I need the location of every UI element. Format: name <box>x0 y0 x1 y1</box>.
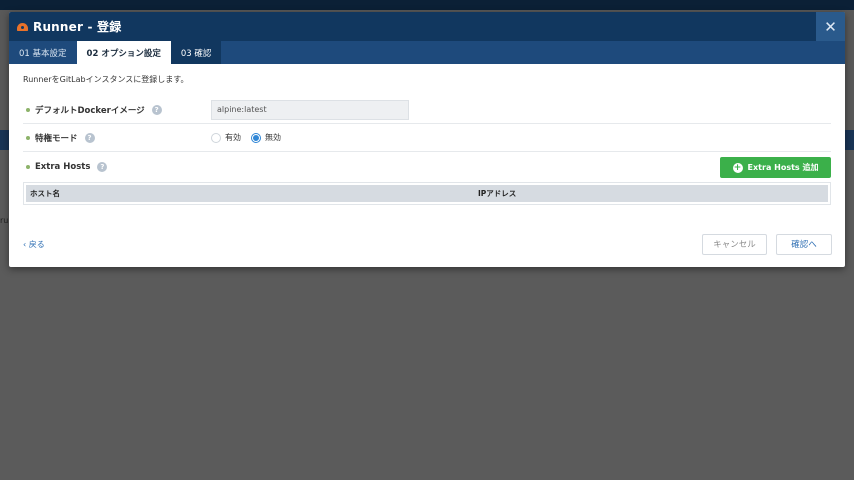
plus-icon: + <box>732 162 743 173</box>
confirm-button[interactable]: 確認へ <box>776 233 832 255</box>
help-icon[interactable]: ? <box>151 104 162 115</box>
background-partial-text: ru <box>0 216 9 225</box>
intro-text: RunnerをGitLabインスタンスに登録します。 <box>23 75 189 84</box>
modal-body: RunnerをGitLabインスタンスに登録します。 デフォルトDockerイメ… <box>9 64 845 205</box>
background-top-bar <box>0 0 854 10</box>
step-tabs: 01 基本設定 02 オプション設定 03 確認 <box>9 41 845 64</box>
docker-image-input[interactable] <box>211 99 409 120</box>
docker-image-label: デフォルトDockerイメージ <box>35 105 145 116</box>
radio-enabled-label: 有効 <box>225 133 241 142</box>
runner-icon <box>17 22 28 31</box>
modal-footer: ‹ 戻る キャンセル 確認へ <box>23 233 832 255</box>
runner-register-modal: Runner - 登録 ✕ 01 基本設定 02 オプション設定 03 確認 R… <box>9 12 845 267</box>
tab-basic-settings[interactable]: 01 基本設定 <box>9 41 77 64</box>
close-button[interactable]: ✕ <box>816 12 845 41</box>
add-extra-hosts-label: Extra Hosts 追加 <box>747 163 819 172</box>
radio-checked-icon <box>251 132 261 143</box>
modal-title: Runner - 登録 <box>33 20 122 34</box>
bullet-icon <box>26 165 30 169</box>
extra-hosts-row: Extra Hosts ? + Extra Hosts 追加 <box>23 152 831 182</box>
help-icon[interactable]: ? <box>84 132 95 143</box>
radio-disabled[interactable]: 無効 <box>251 132 281 143</box>
close-icon: ✕ <box>824 17 837 36</box>
docker-image-row: デフォルトDockerイメージ ? <box>23 96 831 124</box>
radio-circle-icon <box>211 132 221 143</box>
cancel-button[interactable]: キャンセル <box>702 233 767 255</box>
radio-enabled[interactable]: 有効 <box>211 132 241 143</box>
tab-option-settings[interactable]: 02 オプション設定 <box>76 41 171 64</box>
column-header-ip: IPアドレス <box>478 189 517 198</box>
table-header: ホスト名 IPアドレス <box>26 185 828 202</box>
extra-hosts-label: Extra Hosts <box>35 162 91 172</box>
bullet-icon <box>26 135 30 140</box>
add-extra-hosts-button[interactable]: + Extra Hosts 追加 <box>720 157 831 178</box>
tab-confirm[interactable]: 03 確認 <box>170 41 222 64</box>
bullet-icon <box>26 107 30 112</box>
privileged-mode-label: 特権モード <box>35 133 78 144</box>
back-link[interactable]: ‹ 戻る <box>23 239 45 250</box>
modal-header: Runner - 登録 ✕ <box>9 12 845 41</box>
privileged-mode-row: 特権モード ? 有効 無効 <box>23 124 831 152</box>
extra-hosts-table: ホスト名 IPアドレス <box>23 182 831 205</box>
radio-disabled-label: 無効 <box>265 133 281 142</box>
help-icon[interactable]: ? <box>97 162 108 172</box>
column-header-hostname: ホスト名 <box>30 189 60 198</box>
